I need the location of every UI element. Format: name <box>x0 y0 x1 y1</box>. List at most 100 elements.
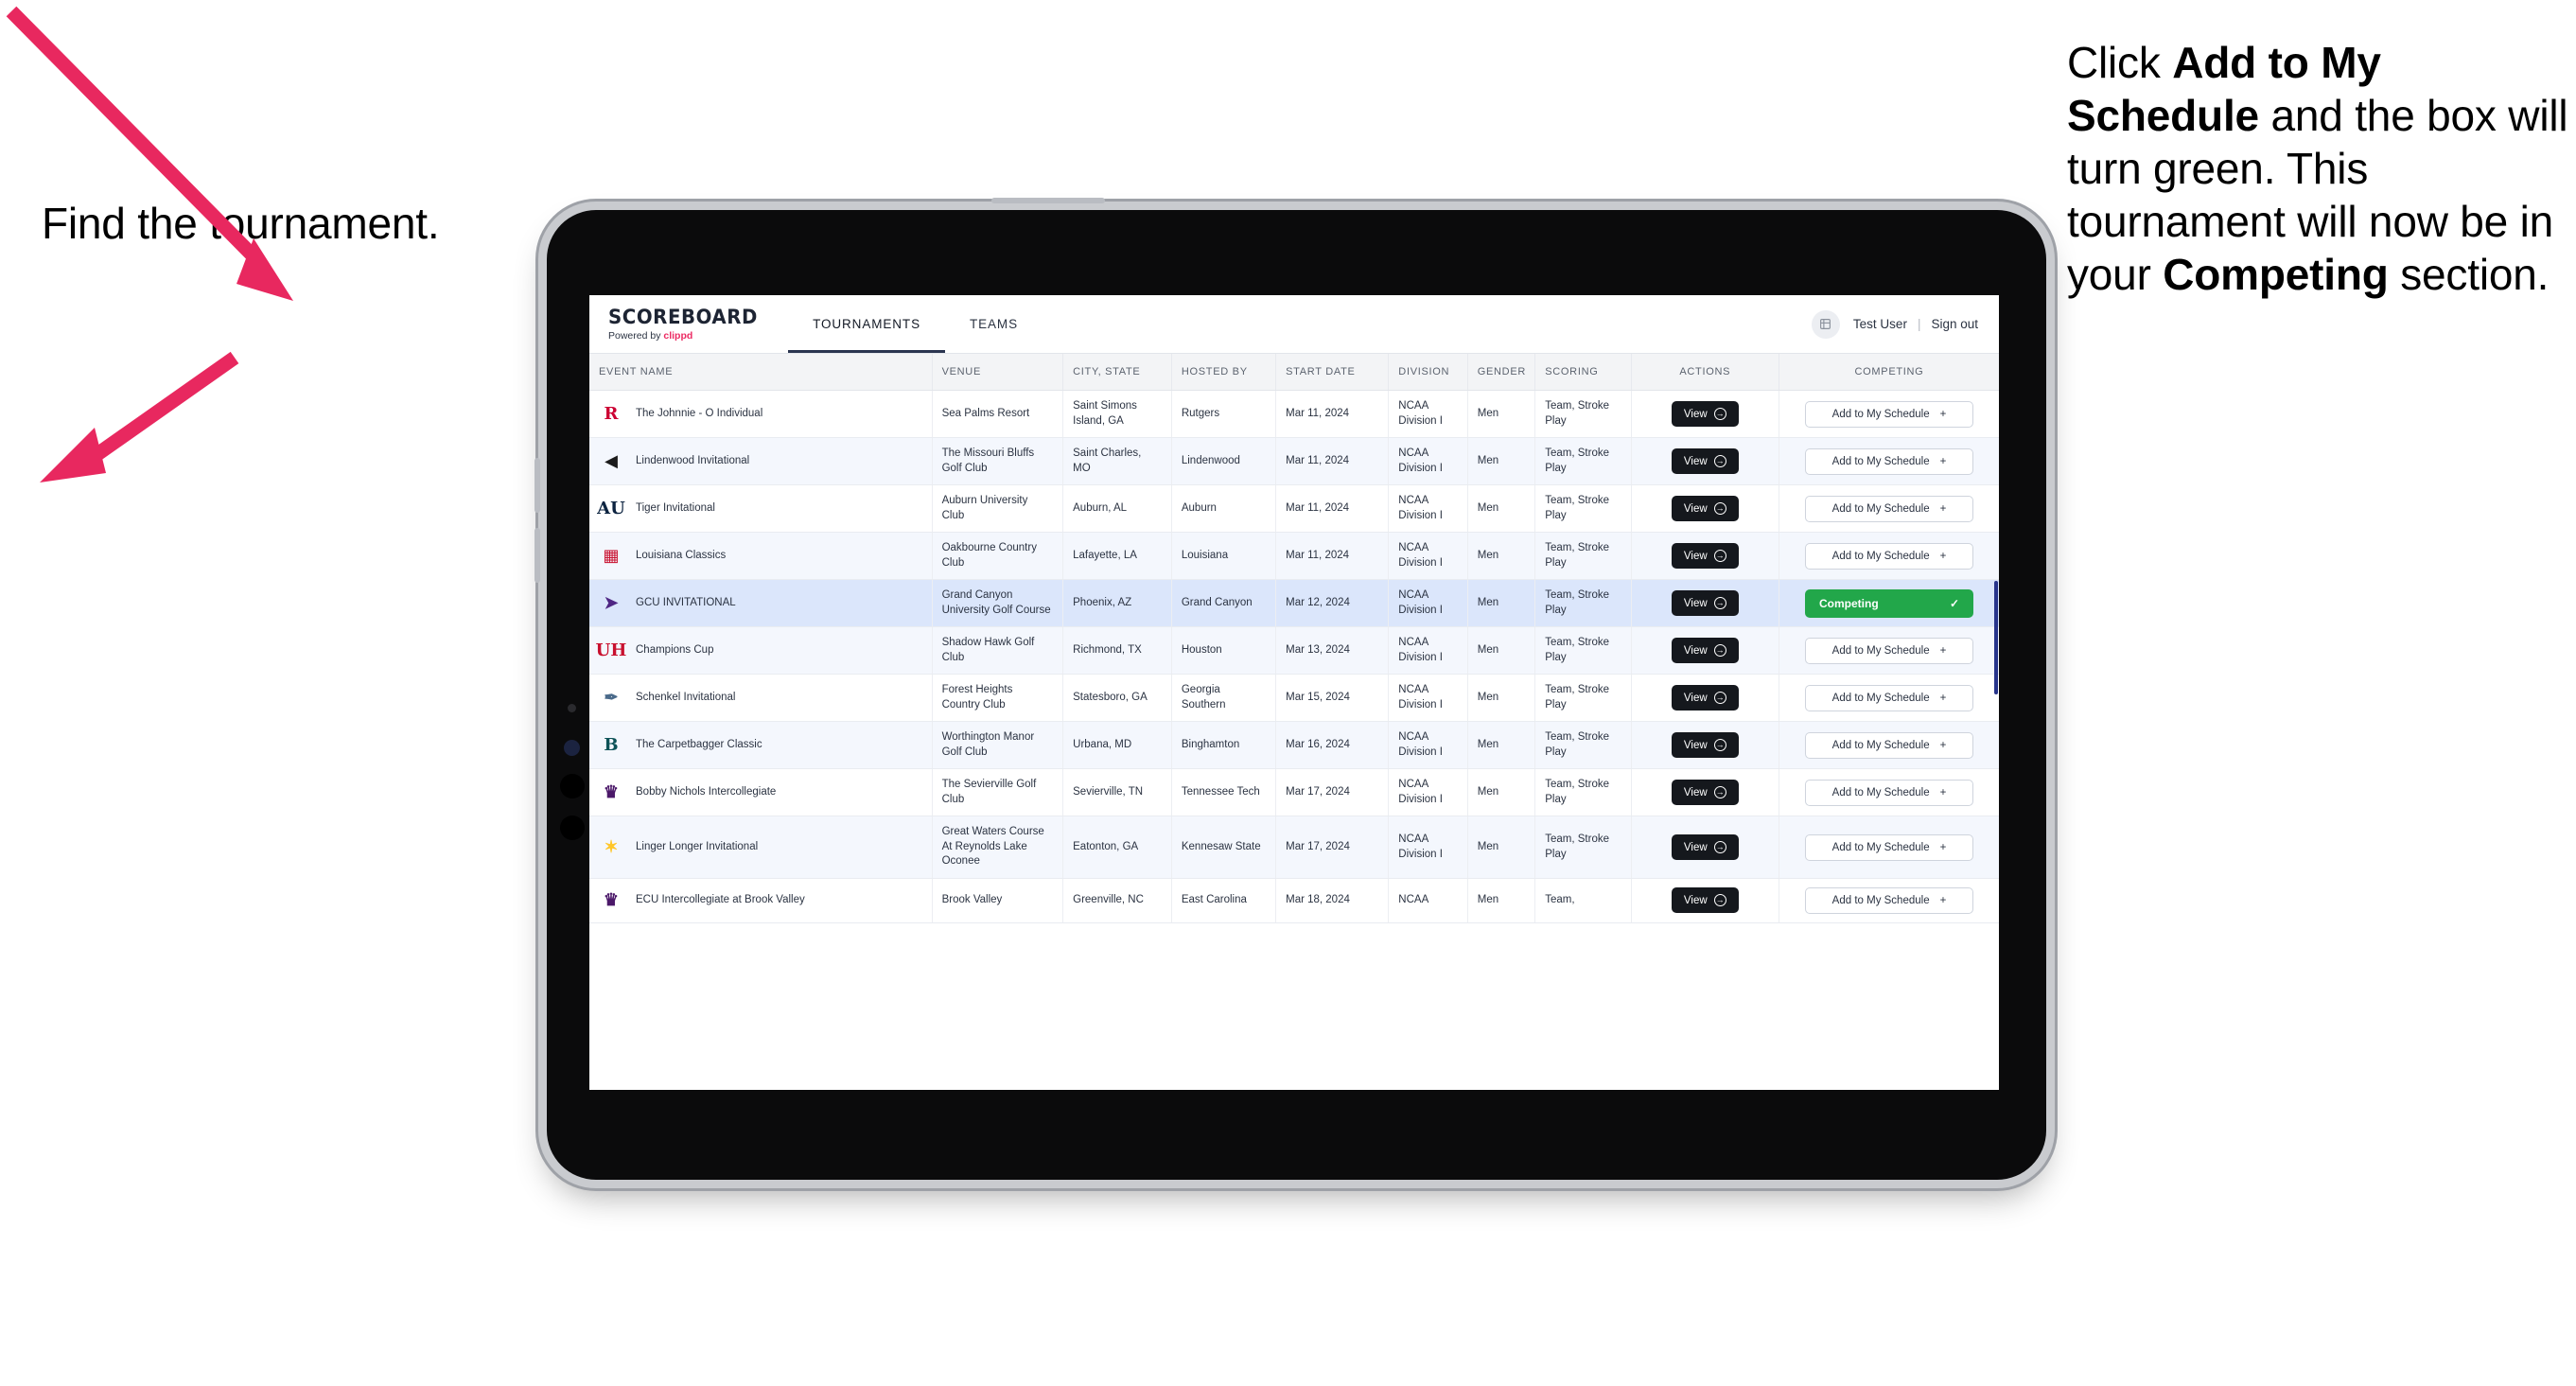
add-to-my-schedule-button[interactable]: Add to My Schedule + <box>1805 495 1973 522</box>
camera-lens-icon <box>564 740 580 756</box>
add-to-my-schedule-label: Add to My Schedule <box>1831 644 1930 657</box>
cell-actions: View → <box>1631 721 1780 770</box>
cell-division: NCAA Division I <box>1388 721 1468 770</box>
power-button[interactable] <box>991 198 1105 203</box>
table-row[interactable]: ✒ Schenkel Invitational Forest Heights Cou… <box>589 674 1999 723</box>
table-row[interactable]: B The Carpetbagger Classic Worthington Man… <box>589 721 1999 770</box>
cell-actions: View → <box>1631 390 1780 439</box>
table-row[interactable]: ✶ Linger Longer Invitational Great Waters … <box>589 816 1999 879</box>
cell-actions: View → <box>1631 484 1780 534</box>
tournaments-table-container[interactable]: EVENT NAME VENUE CITY, STATE HOSTED BY S… <box>589 354 1999 1090</box>
cell-competing: Add to My Schedule + <box>1779 768 1999 817</box>
table-row[interactable]: ▦ Louisiana Classics Oakbourne Country Clu… <box>589 532 1999 581</box>
cell-event-name: ♛ Bobby Nichols Intercollegiate <box>589 768 933 817</box>
add-to-my-schedule-button[interactable]: Add to My Schedule + <box>1805 833 1973 861</box>
cell-city-state: Statesboro, GA <box>1062 674 1172 723</box>
houston-cougars-logo: UH <box>595 640 627 660</box>
volume-down-button[interactable] <box>534 528 540 583</box>
view-button[interactable]: View → <box>1671 590 1739 617</box>
column-header-competing: COMPETING <box>1779 354 1999 391</box>
column-header-scoring[interactable]: SCORING <box>1534 354 1632 391</box>
plus-icon: + <box>1939 644 1947 657</box>
table-row[interactable]: ♛ ECU Intercollegiate at Brook Valley Broo… <box>589 878 1999 923</box>
view-button[interactable]: View → <box>1671 732 1739 759</box>
user-avatar-icon[interactable] <box>1811 309 1840 339</box>
user-menu: Test User | Sign out <box>1853 317 1978 331</box>
cell-division: NCAA Division I <box>1388 484 1468 534</box>
volume-up-button[interactable] <box>534 458 540 513</box>
cell-hosted-by: Tennessee Tech <box>1171 768 1277 817</box>
add-to-my-schedule-label: Add to My Schedule <box>1831 841 1930 853</box>
view-button[interactable]: View → <box>1671 780 1739 806</box>
add-to-my-schedule-label: Add to My Schedule <box>1831 550 1930 562</box>
arrow-right-circle-icon: → <box>1713 841 1726 854</box>
competing-button[interactable]: Competing ✓ <box>1805 588 1973 618</box>
view-button-label: View <box>1683 894 1708 906</box>
add-to-my-schedule-button[interactable]: Add to My Schedule + <box>1805 779 1973 806</box>
event-name-cell-content: UH Champions Cup <box>595 640 922 662</box>
cell-city-state: Greenville, NC <box>1062 878 1172 923</box>
table-row[interactable]: UH Champions Cup Shadow Hawk Golf Club Rich… <box>589 626 1999 675</box>
brand-tagline-clippd: clippd <box>663 329 693 342</box>
add-to-my-schedule-button[interactable]: Add to My Schedule + <box>1805 684 1973 711</box>
column-header-start-date[interactable]: START DATE <box>1275 354 1390 391</box>
cell-hosted-by: Auburn <box>1171 484 1277 534</box>
event-name-cell-content: ♛ ECU Intercollegiate at Brook Valley <box>599 889 922 912</box>
view-button[interactable]: View → <box>1671 496 1739 522</box>
auburn-logo: AU <box>597 498 625 518</box>
plus-icon: + <box>1939 739 1947 751</box>
table-row[interactable]: ➤ GCU INVITATIONAL Grand Canyon University… <box>589 579 1999 628</box>
tab-tournaments[interactable]: TOURNAMENTS <box>788 295 945 353</box>
add-to-my-schedule-label: Add to My Schedule <box>1831 786 1930 798</box>
view-button[interactable]: View → <box>1671 685 1739 711</box>
cell-event-name: ✶ Linger Longer Invitational <box>589 816 933 879</box>
plus-icon: + <box>1939 502 1947 515</box>
view-button[interactable]: View → <box>1671 834 1739 861</box>
brand-name: SCOREBOARD <box>608 305 758 328</box>
cell-city-state: Richmond, TX <box>1062 626 1172 675</box>
column-header-city-state[interactable]: CITY, STATE <box>1062 354 1172 391</box>
event-name-label: Tiger Invitational <box>636 501 715 514</box>
vertical-scrollbar[interactable] <box>1994 581 1998 694</box>
table-row[interactable]: R The Johnnie - O Individual Sea Palms Res… <box>589 390 1999 439</box>
cell-event-name: R The Johnnie - O Individual <box>589 390 933 439</box>
cell-event-name: ◀ Lindenwood Invitational <box>589 437 933 486</box>
cell-venue: Sea Palms Resort <box>932 390 1064 439</box>
view-button-label: View <box>1683 644 1708 657</box>
column-header-event-name[interactable]: EVENT NAME <box>589 354 933 391</box>
column-header-venue[interactable]: VENUE <box>932 354 1064 391</box>
sign-out-link[interactable]: Sign out <box>1931 317 1978 331</box>
add-to-my-schedule-button[interactable]: Add to My Schedule + <box>1805 447 1973 475</box>
add-to-my-schedule-button[interactable]: Add to My Schedule + <box>1805 637 1973 664</box>
add-to-my-schedule-button[interactable]: Add to My Schedule + <box>1805 886 1973 914</box>
brand-logo[interactable]: SCOREBOARD Powered by clippd <box>589 295 788 353</box>
view-button[interactable]: View → <box>1671 638 1739 664</box>
cell-gender: Men <box>1467 532 1536 581</box>
event-name-label: GCU INVITATIONAL <box>636 596 736 608</box>
view-button[interactable]: View → <box>1671 887 1739 914</box>
column-header-hosted-by[interactable]: HOSTED BY <box>1171 354 1277 391</box>
view-button[interactable]: View → <box>1671 448 1739 475</box>
view-button[interactable]: View → <box>1671 543 1739 570</box>
add-to-my-schedule-button[interactable]: Add to My Schedule + <box>1805 400 1973 428</box>
plus-icon: + <box>1939 841 1947 853</box>
view-button[interactable]: View → <box>1671 401 1739 428</box>
cell-hosted-by: East Carolina <box>1171 878 1277 923</box>
add-to-my-schedule-button[interactable]: Add to My Schedule + <box>1805 731 1973 759</box>
table-row[interactable]: ♛ Bobby Nichols Intercollegiate The Sevier… <box>589 768 1999 817</box>
tab-teams-label: TEAMS <box>969 317 1018 331</box>
brand-tagline-prefix: Powered by <box>608 329 664 342</box>
column-header-division[interactable]: DIVISION <box>1388 354 1468 391</box>
cell-venue: The Missouri Bluffs Golf Club <box>932 437 1064 486</box>
tab-teams[interactable]: TEAMS <box>945 295 1043 353</box>
cell-division: NCAA Division I <box>1388 674 1468 723</box>
add-to-my-schedule-button[interactable]: Add to My Schedule + <box>1805 542 1973 570</box>
cell-start-date: Mar 11, 2024 <box>1275 532 1390 581</box>
column-header-gender[interactable]: GENDER <box>1467 354 1536 391</box>
kennesaw-state-owls-logo: ✶ <box>604 836 619 857</box>
event-name-label: Bobby Nichols Intercollegiate <box>636 786 777 798</box>
louisiana-ragin-cajuns-logo: ▦ <box>603 545 620 566</box>
table-row[interactable]: AU Tiger Invitational Auburn University Cl… <box>589 484 1999 534</box>
event-name-label: Champions Cup <box>636 643 714 656</box>
table-row[interactable]: ◀ Lindenwood Invitational The Missouri Blu… <box>589 437 1999 486</box>
